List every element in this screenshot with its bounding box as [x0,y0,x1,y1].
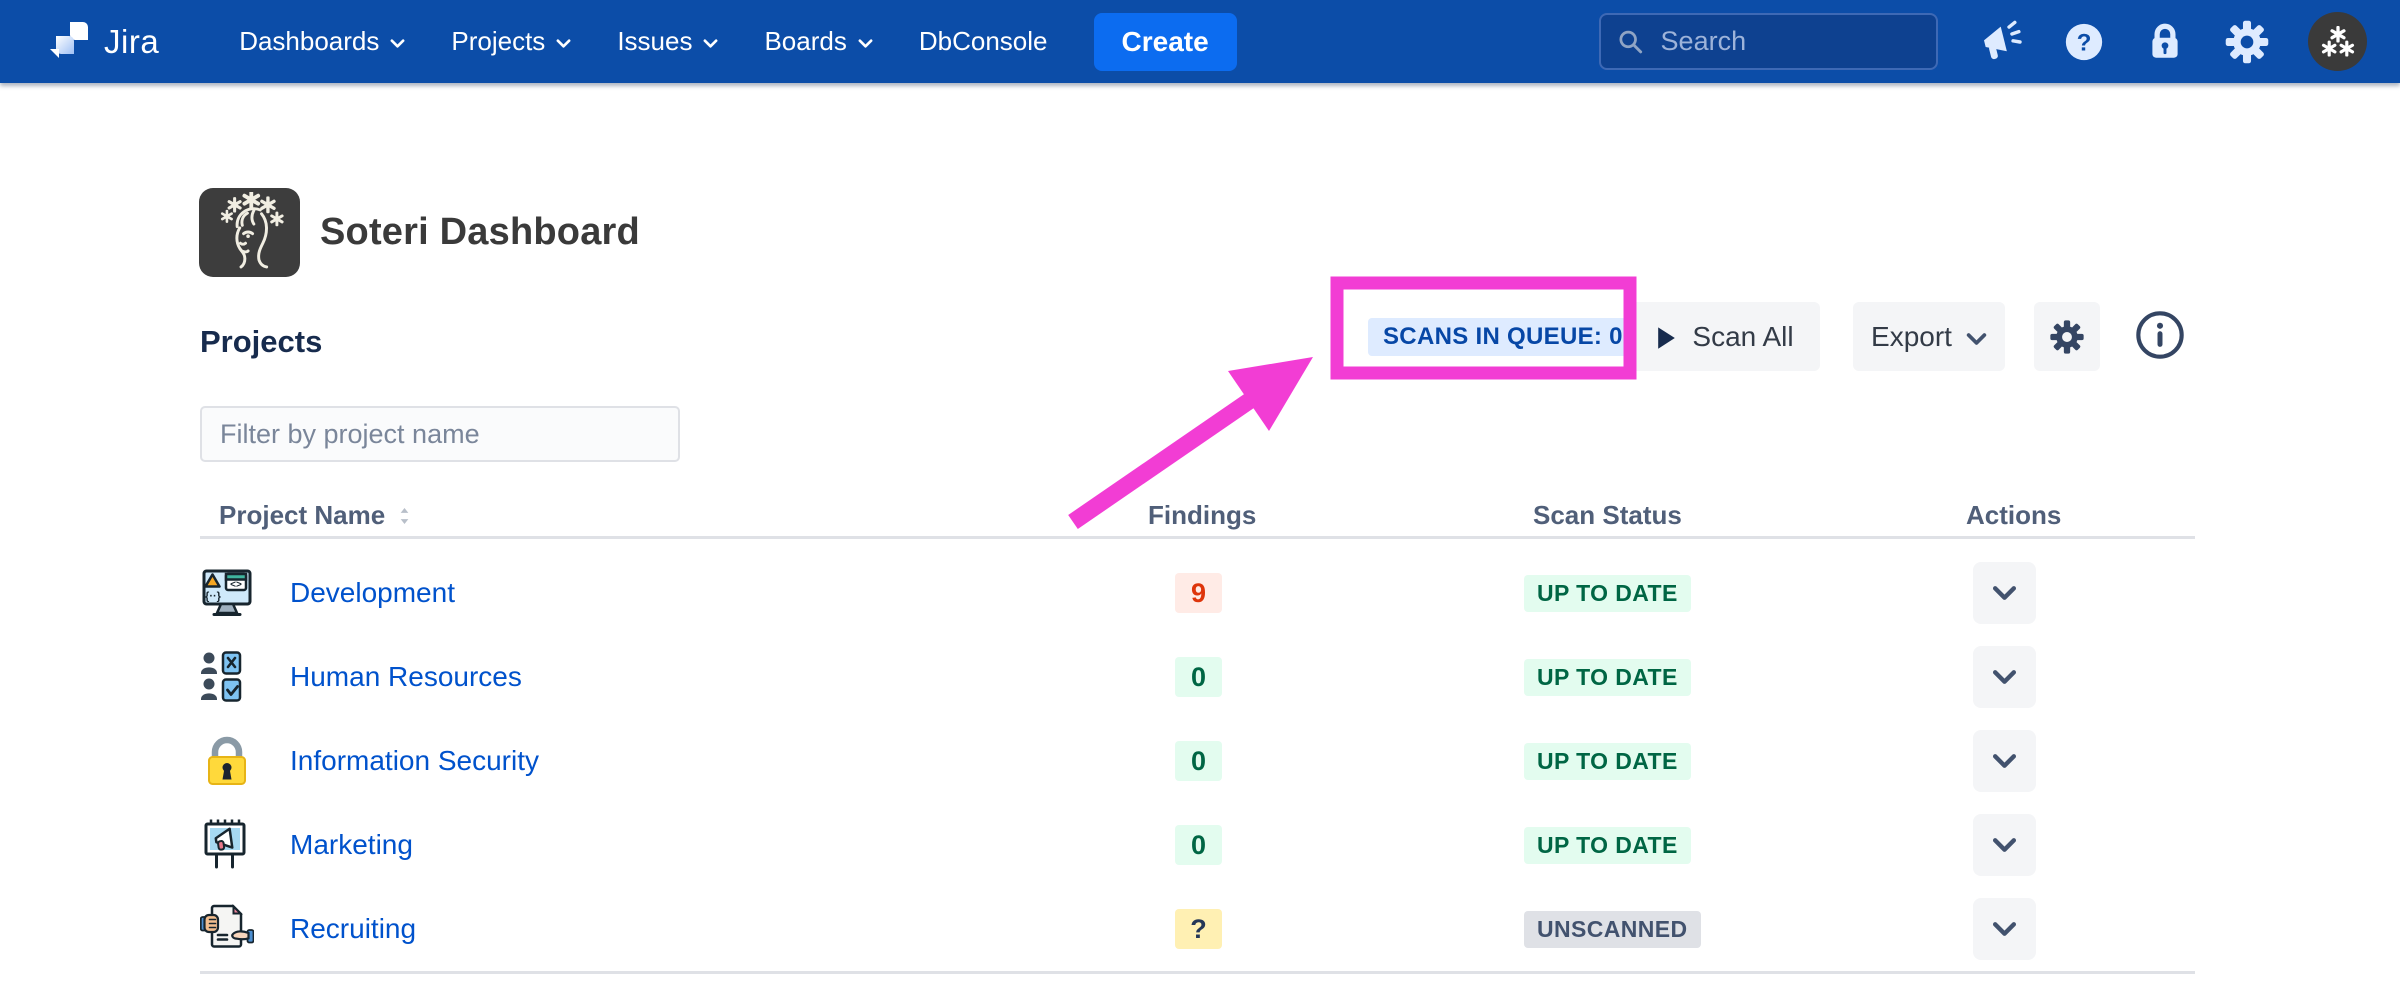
nav-item-issues[interactable]: Issues [617,26,718,57]
findings-badge: 0 [1175,741,1222,781]
lock-icon[interactable] [2144,21,2186,63]
avatar-asterisks-icon [2316,20,2360,64]
brand-label: Jira [104,23,159,61]
settings-icon[interactable] [2224,19,2270,65]
project-link[interactable]: Recruiting [290,913,416,945]
row-actions-dropdown-button[interactable] [1973,898,2036,960]
page-title: Soteri Dashboard [320,211,640,254]
create-button[interactable]: Create [1094,13,1237,71]
column-header-scan-status: Scan Status [1524,500,1966,531]
nav-item-dbconsole[interactable]: DbConsole [919,26,1048,57]
export-button[interactable]: Export [1853,302,2005,371]
project-link[interactable]: Marketing [290,829,413,861]
scan-status-badge: UP TO DATE [1524,827,1691,864]
findings-badge: 0 [1175,657,1222,697]
table-row: Development 9 UP TO DATE [200,551,2195,635]
soteri-logo [199,188,300,277]
findings-badge: ? [1175,909,1222,949]
findings-badge: 9 [1175,573,1222,613]
project-link[interactable]: Development [290,577,455,609]
marketing-icon [200,818,254,872]
scans-in-queue-badge: SCANS IN QUEUE: 0 [1368,318,1638,356]
chevron-down-icon [1966,333,1987,345]
chevron-down-icon [703,39,718,48]
project-link[interactable]: Information Security [290,745,539,777]
scan-status-badge: UP TO DATE [1524,659,1691,696]
row-actions-dropdown-button[interactable] [1973,814,2036,876]
chevron-down-icon [858,39,873,48]
column-header-actions: Actions [1966,500,2195,531]
scan-status-badge: UNSCANNED [1524,911,1701,948]
search-icon [1617,26,1645,58]
scan-status-badge: UP TO DATE [1524,575,1691,612]
settings-button[interactable] [2034,302,2100,371]
chevron-down-icon [1992,754,2017,768]
play-icon [1657,326,1676,350]
row-actions-dropdown-button[interactable] [1973,562,2036,624]
help-icon[interactable] [2062,20,2106,64]
projects-table: Project Name Findings Scan Status Action… [200,495,2195,974]
nav-menu: Dashboards Projects Issues Boards DbCons… [239,26,1047,57]
chevron-down-icon [1992,670,2017,684]
row-actions-dropdown-button[interactable] [1973,646,2036,708]
recruiting-icon [200,902,254,956]
user-avatar[interactable] [2308,12,2367,71]
jira-logo-icon [46,19,92,65]
row-actions-dropdown-button[interactable] [1973,730,2036,792]
column-header-findings: Findings [1148,500,1524,531]
app-header: Soteri Dashboard [199,188,640,277]
announcement-icon[interactable] [1978,19,2024,65]
search-box [1599,13,1938,70]
column-header-project-name[interactable]: Project Name [200,500,1148,531]
info-icon [2134,309,2186,361]
project-link[interactable]: Human Resources [290,661,522,693]
chevron-down-icon [1992,922,2017,936]
findings-badge: 0 [1175,825,1222,865]
nav-item-dashboards[interactable]: Dashboards [239,26,405,57]
table-row: Marketing 0 UP TO DATE [200,803,2195,887]
table-header-row: Project Name Findings Scan Status Action… [200,495,2195,539]
table-row: Human Resources 0 UP TO DATE [200,635,2195,719]
gear-icon [2049,319,2085,355]
scan-all-button[interactable]: Scan All [1631,302,1820,371]
search-input[interactable] [1659,25,1920,58]
scan-status-badge: UP TO DATE [1524,743,1691,780]
nav-icon-group [1978,12,2367,71]
sort-icon [399,508,410,524]
project-filter-input[interactable] [200,406,680,462]
security-icon [200,734,254,788]
development-icon [200,566,254,620]
table-row: Recruiting ? UNSCANNED [200,887,2195,971]
info-button[interactable] [2132,308,2188,364]
top-navbar: Jira Dashboards Projects Issues Boards D… [0,0,2400,83]
table-body: Development 9 UP TO DATE Human Resources… [200,539,2195,974]
projects-heading: Projects [200,324,322,360]
chevron-down-icon [1992,838,2017,852]
chevron-down-icon [390,39,405,48]
nav-item-projects[interactable]: Projects [451,26,571,57]
chevron-down-icon [556,39,571,48]
jira-home-link[interactable]: Jira [46,19,159,65]
hr-icon [200,650,254,704]
table-row: Information Security 0 UP TO DATE [200,719,2195,803]
chevron-down-icon [1992,586,2017,600]
nav-item-boards[interactable]: Boards [764,26,872,57]
